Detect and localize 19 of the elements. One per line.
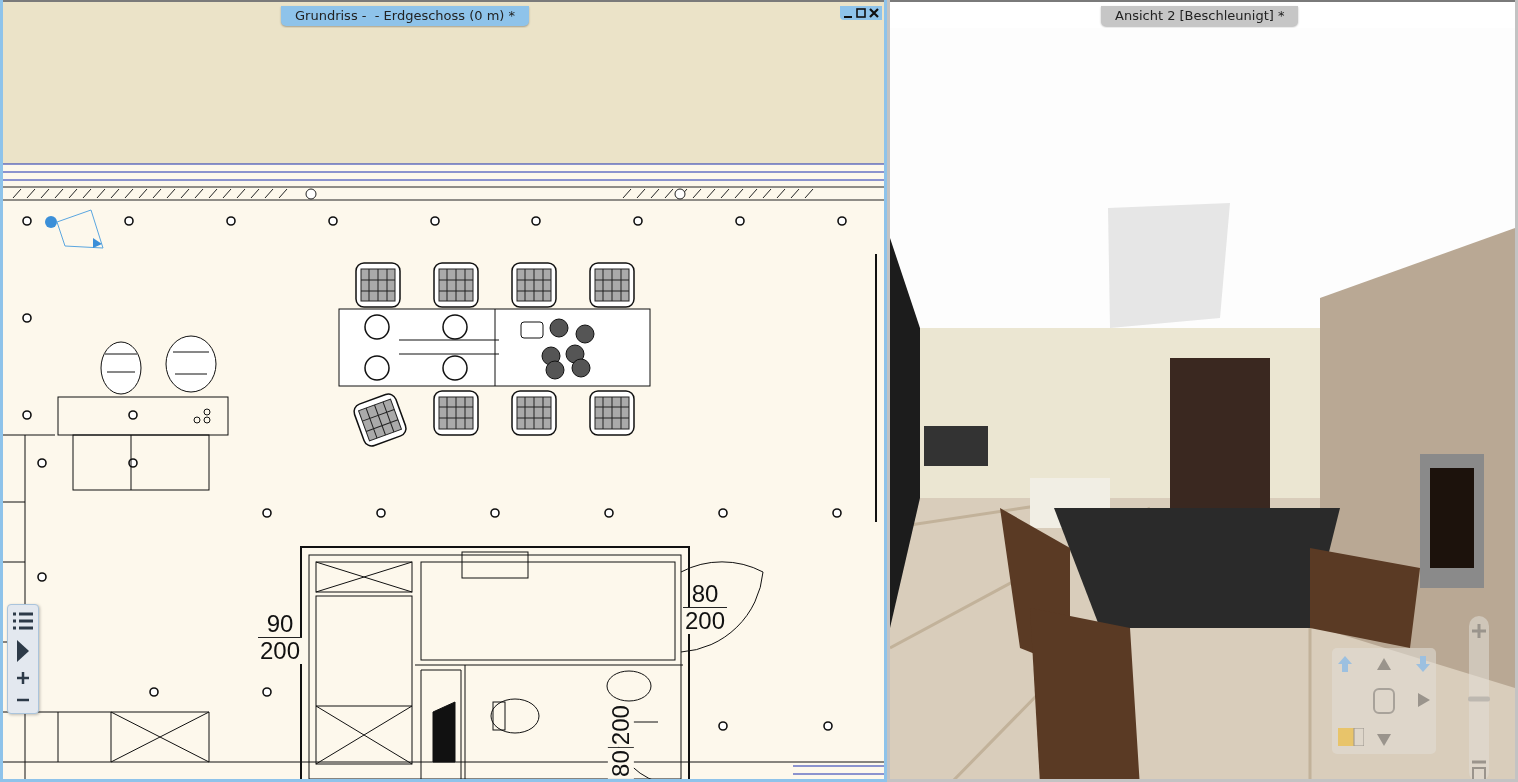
door-height-label: 200 [607,703,634,748]
arrow-up-icon[interactable] [1338,656,1352,672]
door-height-label: 200 [258,638,303,664]
zoom-slider[interactable] [1466,614,1492,779]
window-tab[interactable]: Grundriss - - Erdgeschoss (0 m) * [281,6,530,26]
zoom-in-icon[interactable] [16,671,30,685]
triangle-down-icon[interactable] [1377,734,1391,746]
triangle-right-icon[interactable] [1418,693,1430,707]
window-tab[interactable]: Ansicht 2 [Beschleunigt] * [1101,6,1299,26]
view-mode-icon[interactable] [1338,728,1364,746]
maximize-icon[interactable] [855,7,867,19]
close-icon[interactable] [868,7,880,19]
zoom-thumb[interactable] [1468,696,1490,702]
list-icon[interactable] [11,611,35,631]
door-width-label: 80 [607,748,634,779]
door-height-label: 200 [683,608,728,634]
triangle-up-icon[interactable] [1377,658,1391,670]
play-icon[interactable] [16,639,30,663]
arrow-down-icon[interactable] [1416,656,1430,672]
